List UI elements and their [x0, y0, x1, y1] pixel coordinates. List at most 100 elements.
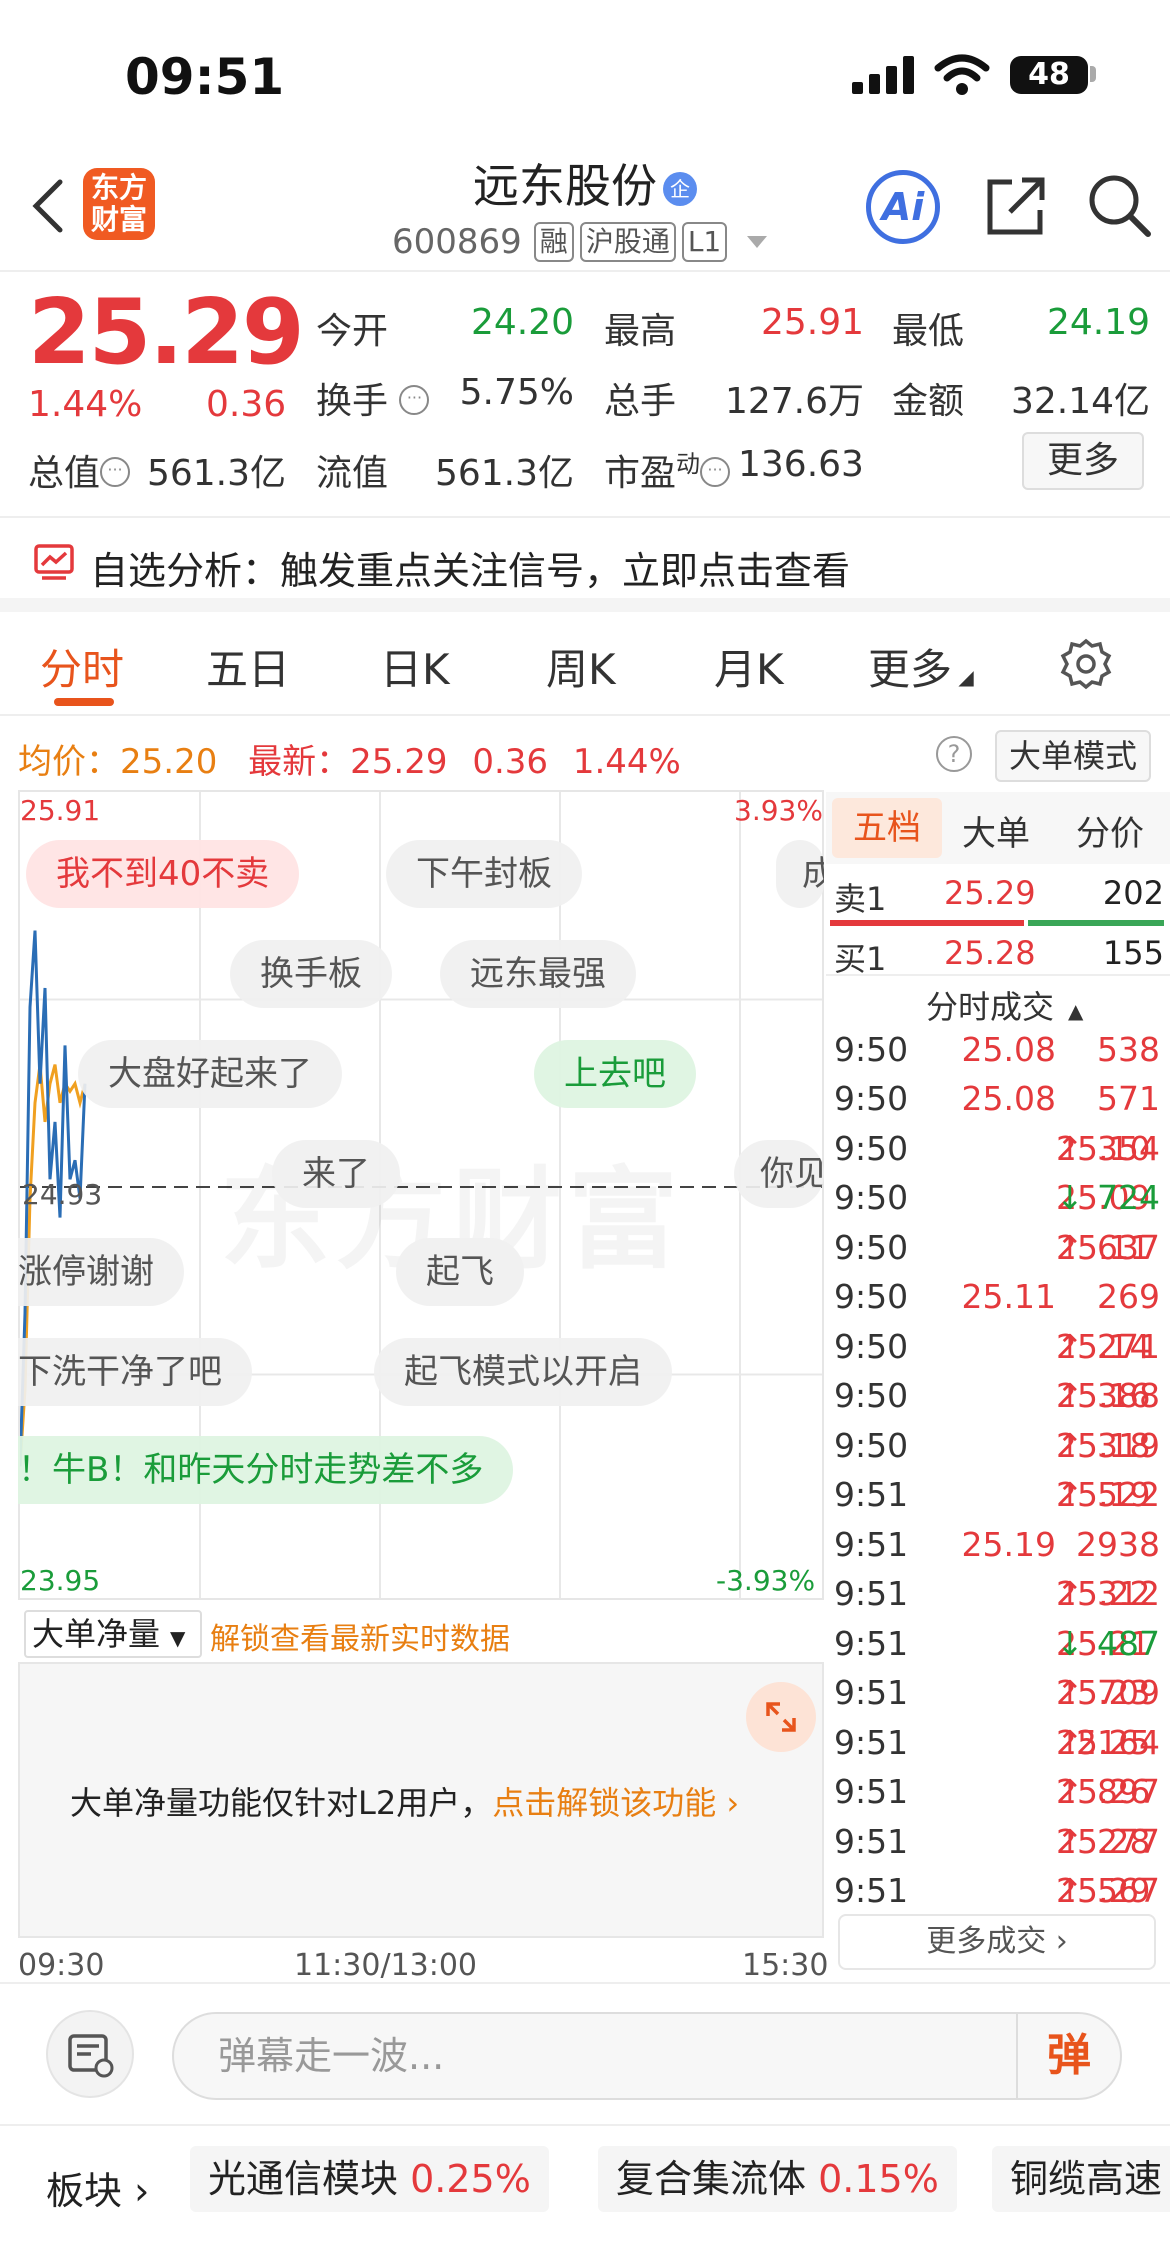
- pe-label[interactable]: 市盈动 ···: [604, 444, 731, 496]
- unlock-realtime-link[interactable]: 解锁查看最新实时数据: [210, 1614, 510, 1658]
- trade-row: 9:50 25.11 269: [834, 1277, 1160, 1316]
- tab-intraday[interactable]: 分时: [40, 636, 124, 697]
- status-time: 09:51: [125, 48, 285, 106]
- current-price: 25.29: [28, 280, 305, 385]
- danmu-bubble[interactable]: 远东最强: [440, 940, 636, 1008]
- float-cap-label: 流值: [316, 453, 389, 494]
- info-dots-icon[interactable]: ···: [100, 457, 131, 487]
- danmu-bubble[interactable]: 涨停谢谢: [18, 1238, 184, 1306]
- danmu-input[interactable]: 弹幕走一波...: [172, 2012, 1122, 2100]
- open-value: 24.20: [470, 302, 574, 343]
- float-cap-value: 561.3亿: [434, 453, 574, 494]
- open-label: 今开: [316, 311, 389, 352]
- tab-weekly-k[interactable]: 周K: [546, 636, 616, 697]
- time-mid-label: 11:30/13:00: [294, 1948, 478, 1983]
- danmu-bubble[interactable]: 起飞模式以开启: [374, 1338, 672, 1406]
- danmu-bubble[interactable]: 成: [776, 840, 824, 908]
- tab-five-levels[interactable]: 五档: [832, 798, 942, 858]
- danmu-bubble[interactable]: 你见: [734, 1140, 824, 1208]
- trade-row: 9:51 25.22 ↑ 312: [834, 1574, 1160, 1613]
- danmu-bubble[interactable]: 大盘好起来了: [78, 1040, 342, 1108]
- trade-row: 9:50 25.11 ↑ 637: [834, 1228, 1160, 1267]
- info-dots-icon[interactable]: ···: [399, 385, 430, 415]
- time-end-label: 15:30: [742, 1948, 829, 1983]
- change-amount: 0.36: [206, 384, 287, 425]
- chevron-down-icon: [747, 236, 768, 248]
- sector-chip[interactable]: 复合集流体 0.15%: [598, 2146, 957, 2212]
- time-start-label: 09:30: [18, 1948, 105, 1983]
- trade-row: 9:51 25.19 ↑ 522: [834, 1475, 1160, 1514]
- tab-daily-k[interactable]: 日K: [380, 636, 450, 697]
- market-cap-value: 561.3亿: [146, 453, 286, 494]
- low-value: 24.19: [1046, 302, 1150, 343]
- tag-level: L1: [681, 222, 728, 262]
- trade-row: 9:50 25.18 ↑ 319: [834, 1426, 1160, 1465]
- banner-text[interactable]: 自选分析：触发重点关注信号，立即点击查看: [90, 540, 850, 595]
- trade-row: 9:50 25.14 ↑ 271: [834, 1327, 1160, 1366]
- trade-row: 9:50 25.08 538: [834, 1030, 1160, 1069]
- sector-chip[interactable]: 铜缆高速: [992, 2146, 1170, 2212]
- pe-value: 136.63: [738, 444, 864, 485]
- high-value: 25.91: [760, 302, 864, 343]
- note-icon: [68, 2034, 114, 2078]
- low-label: 最低: [892, 311, 965, 352]
- danmu-bubble[interactable]: 换手板: [230, 940, 392, 1008]
- stock-code-row[interactable]: 600869 融 沪股通 L1: [392, 222, 768, 262]
- trade-row: 9:51 25.23 ↑ 709: [834, 1673, 1160, 1712]
- danmu-bubble[interactable]: 下午封板: [386, 840, 582, 908]
- battery-cap: [1090, 66, 1096, 82]
- trade-row: 9:51 25.25 ↑ 2164: [834, 1723, 1160, 1762]
- tab-big-orders[interactable]: 大单: [962, 806, 1030, 855]
- trade-row: 9:50 25.09 ↓ 724: [834, 1178, 1160, 1217]
- sector-label[interactable]: 板块 ›: [46, 2160, 149, 2215]
- y-low-label: 23.95: [20, 1564, 101, 1597]
- big-order-select[interactable]: 大单净量 ▼: [24, 1610, 202, 1658]
- signal-icon: [852, 56, 914, 94]
- y-ref-label: 24.93: [22, 1178, 103, 1211]
- tab-five-day[interactable]: 五日: [206, 636, 290, 697]
- trade-row: 9:51 25.29 ↑ 567: [834, 1871, 1160, 1910]
- share-icon[interactable]: [984, 174, 1048, 238]
- trade-row: 9:51 25.28 ↑ 277: [834, 1822, 1160, 1861]
- sector-chip[interactable]: 光通信模块 0.25%: [190, 2146, 549, 2212]
- search-icon[interactable]: [1086, 172, 1152, 238]
- trades-header[interactable]: 分时成交 ▲: [926, 982, 1083, 1028]
- danmu-bubble[interactable]: 起飞: [396, 1238, 524, 1306]
- danmu-bubble[interactable]: ！牛B！和昨天分时走势差不多: [18, 1436, 514, 1504]
- tab-price-distribution[interactable]: 分价: [1076, 806, 1144, 855]
- triangle-icon: ◢: [952, 665, 974, 689]
- amount-label: 金额: [892, 381, 965, 422]
- wifi-icon: [934, 54, 990, 95]
- unlock-feature-link[interactable]: 点击解锁该功能 ›: [492, 1784, 739, 1822]
- trade-row: 9:51 25.26 ↑ 897: [834, 1772, 1160, 1811]
- chart-analysis-icon: [34, 544, 74, 580]
- more-trades-button[interactable]: 更多成交 ›: [838, 1914, 1156, 1970]
- settings-icon[interactable]: [1060, 638, 1112, 690]
- ai-button[interactable]: Ai: [866, 170, 940, 244]
- trade-row: 9:51 25.19 2938: [834, 1525, 1160, 1564]
- pct-high-label: 3.93%: [734, 794, 823, 827]
- pct-low-label: -3.93%: [716, 1564, 816, 1597]
- big-order-mode-button[interactable]: 大单模式: [995, 730, 1151, 782]
- battery-icon: 48: [1010, 56, 1088, 94]
- info-dots-icon[interactable]: ···: [700, 457, 731, 487]
- high-label: 最高: [604, 311, 677, 352]
- y-high-label: 25.91: [20, 794, 101, 827]
- trade-row: 9:50 25.08 571: [834, 1079, 1160, 1118]
- danmu-send-button[interactable]: 弹: [1016, 2014, 1120, 2098]
- tab-monthly-k[interactable]: 月K: [714, 636, 784, 697]
- help-icon[interactable]: ?: [936, 736, 972, 772]
- tag-connect: 沪股通: [579, 222, 676, 262]
- change-percent: 1.44%: [28, 384, 143, 425]
- danmu-bubble[interactable]: 我不到40不卖: [26, 840, 300, 908]
- turnover-label[interactable]: 换手 ···: [316, 372, 430, 424]
- danmu-bubble[interactable]: 来了: [272, 1140, 400, 1208]
- bid-ask-ratio-bar: [830, 920, 1164, 926]
- expand-icon[interactable]: [746, 1682, 816, 1752]
- market-cap-label[interactable]: 总值 ···: [28, 444, 131, 496]
- danmu-bubble[interactable]: 上去吧: [534, 1040, 696, 1108]
- tab-more[interactable]: 更多 ◢: [868, 636, 974, 697]
- note-button[interactable]: [46, 2010, 134, 2098]
- danmu-bubble[interactable]: 下洗干净了吧: [18, 1338, 252, 1406]
- more-quote-button[interactable]: 更多: [1022, 432, 1144, 490]
